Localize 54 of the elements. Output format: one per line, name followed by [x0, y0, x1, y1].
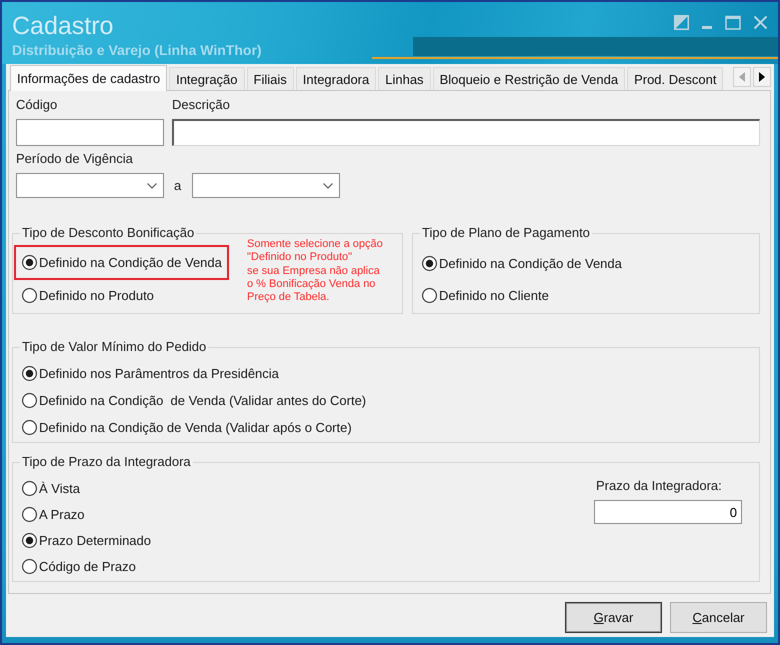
- radio-icon[interactable]: [22, 480, 37, 496]
- code-field[interactable]: [16, 119, 164, 146]
- group-title: Tipo de Desconto Bonificação: [21, 226, 196, 240]
- close-icon[interactable]: [753, 15, 768, 30]
- tab[interactable]: Integradora: [296, 67, 376, 90]
- radio-option[interactable]: A Prazo: [22, 501, 85, 527]
- radio-icon[interactable]: [22, 420, 37, 435]
- group-title: Tipo de Valor Mínimo do Pedido: [21, 340, 208, 354]
- radio-icon[interactable]: [22, 558, 37, 574]
- window-subtitle: Distribuição e Varejo (Linha WinThor): [12, 42, 262, 58]
- radio-option[interactable]: Definido na Condição de Venda (Validar após o Corte): [22, 414, 352, 441]
- triangle-left-icon: [739, 72, 745, 82]
- cancel-button[interactable]: Cancelar: [670, 602, 767, 633]
- radio-option[interactable]: Definido nos Parâmentros da Presidência: [22, 360, 279, 387]
- window-title: Cadastro: [12, 12, 114, 40]
- range-separator: a: [174, 178, 182, 192]
- radio-option[interactable]: Código de Prazo: [22, 553, 136, 579]
- tab[interactable]: Filiais: [246, 67, 294, 90]
- group-title: Tipo de Plano de Pagamento: [421, 226, 591, 240]
- field-label: Prazo da Integradora:: [595, 479, 722, 493]
- radio-option[interactable]: Definido na Condição de Venda (Validar antes do Corte): [22, 387, 366, 414]
- radio-option[interactable]: Definido na Condição de Venda: [22, 247, 222, 278]
- triangle-right-icon: [759, 72, 765, 82]
- chevron-down-icon[interactable]: [147, 182, 157, 188]
- radio-icon[interactable]: [422, 288, 437, 302]
- chevron-down-icon[interactable]: [323, 182, 334, 188]
- radio-icon[interactable]: [22, 506, 37, 522]
- deadline-field[interactable]: 0: [594, 500, 742, 524]
- radio-icon[interactable]: [22, 255, 37, 270]
- tab[interactable]: Integração: [169, 67, 245, 90]
- radio-icon[interactable]: [22, 366, 37, 381]
- save-button[interactable]: Gravar: [565, 602, 662, 633]
- radio-option[interactable]: À Vista: [22, 475, 80, 501]
- radio-icon[interactable]: [422, 256, 437, 270]
- description-field[interactable]: [172, 119, 760, 146]
- tab[interactable]: Bloqueio e Restrição de Venda: [432, 67, 626, 90]
- tab[interactable]: Prod. Descont: [627, 67, 724, 90]
- tab[interactable]: Linhas: [378, 67, 431, 90]
- field-label: Período de Vigência: [16, 152, 134, 166]
- radio-option[interactable]: Definido no Cliente: [422, 279, 549, 311]
- radio-icon[interactable]: [22, 532, 37, 548]
- group-title: Tipo de Prazo da Integradora: [21, 455, 192, 469]
- radio-option[interactable]: Definido no Produto: [22, 279, 154, 311]
- scroll-right-button[interactable]: [753, 67, 771, 87]
- field-label: Descrição: [172, 98, 231, 112]
- dropdown-field[interactable]: [16, 173, 164, 198]
- dropdown-field[interactable]: [192, 173, 340, 198]
- warning-note: Somente selecione a opção "Definido no Produto" se sua Empresa não aplica o % Bonificação Venda no Preço de Tabela.: [247, 238, 384, 304]
- radio-option[interactable]: Definido na Condição de Venda: [422, 247, 622, 279]
- field-label: Código: [16, 98, 58, 112]
- radio-icon[interactable]: [22, 393, 37, 408]
- radio-icon[interactable]: [22, 288, 37, 302]
- radio-option[interactable]: Prazo Determinado: [22, 527, 151, 553]
- tab[interactable]: Informações de cadastro: [10, 65, 168, 91]
